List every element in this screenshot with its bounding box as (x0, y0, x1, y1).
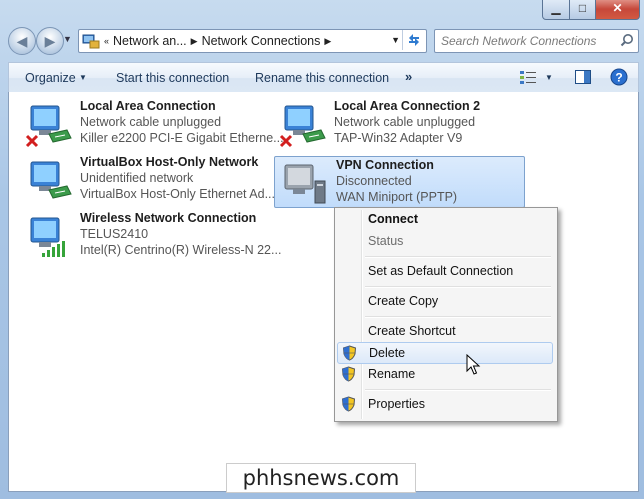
unplugged-x-icon (279, 134, 293, 148)
back-arrow-icon: ◀ (16, 32, 28, 49)
menu-item-status[interactable]: Status (337, 231, 553, 253)
menu-item-label: Status (368, 234, 404, 248)
menu-item-properties[interactable]: Properties (337, 394, 553, 416)
search-input[interactable]: Search Network Connections (441, 34, 596, 48)
connection-item-virtualbox[interactable]: VirtualBox Host-Only Network Unidentifie… (19, 154, 275, 206)
menu-item-create-copy[interactable]: Create Copy (337, 291, 553, 313)
breadcrumb-separator[interactable]: ▶ (324, 36, 331, 47)
menu-separator (365, 389, 551, 391)
context-menu: Connect Status Set as Default Connection… (334, 207, 558, 422)
signal-strength-icon (42, 241, 65, 257)
change-view-icon[interactable] (519, 69, 537, 85)
connection-status: Network cable unplugged (334, 115, 476, 129)
maximize-button[interactable]: □ (570, 0, 596, 20)
menu-item-label: Create Shortcut (368, 324, 456, 338)
organize-button[interactable]: Organize (25, 71, 76, 85)
breadcrumb-separator[interactable]: ▶ (191, 36, 198, 47)
refresh-button[interactable] (402, 30, 425, 50)
connection-item-local-area[interactable]: Local Area Connection Network cable unpl… (19, 98, 284, 150)
menu-item-delete[interactable]: Delete (337, 342, 553, 364)
forward-button[interactable]: ▶ (36, 27, 64, 55)
menu-separator (365, 286, 551, 288)
connection-item-vpn[interactable]: VPN Connection Disconnected WAN Miniport… (274, 156, 525, 208)
rename-connection-button[interactable]: Rename this connection (255, 71, 389, 85)
menu-separator (365, 316, 551, 318)
connection-device: Intel(R) Centrino(R) Wireless-N 22... (80, 243, 282, 257)
address-bar[interactable]: « Network an... ▶ Network Connections ▶ … (78, 29, 427, 53)
svg-text:?: ? (615, 71, 622, 85)
menu-separator (365, 256, 551, 258)
recent-pages-dropdown[interactable]: ▼ (63, 34, 72, 44)
breadcrumb-network[interactable]: Network an... (113, 34, 187, 48)
connection-name: Local Area Connection (80, 99, 216, 113)
connection-status: Disconnected (336, 174, 412, 188)
vpn-connection-icon (284, 164, 326, 204)
connection-status: Network cable unplugged (80, 115, 222, 129)
more-commands-button[interactable]: » (405, 69, 412, 84)
preview-pane-icon[interactable] (574, 68, 592, 86)
connection-status: Unidentified network (80, 171, 194, 185)
menu-item-rename[interactable]: Rename (337, 364, 553, 386)
view-dropdown-icon[interactable]: ▼ (545, 73, 553, 82)
menu-item-connect[interactable]: Connect (337, 209, 553, 231)
connection-device: TAP-Win32 Adapter V9 (334, 131, 463, 145)
search-icon[interactable] (620, 33, 634, 47)
connection-name: Local Area Connection 2 (334, 99, 481, 113)
connection-device: WAN Miniport (PPTP) (336, 190, 458, 204)
network-folder-icon (82, 34, 100, 49)
breadcrumb-network-connections[interactable]: Network Connections (202, 34, 321, 48)
caption-buttons: ▁ □ ✕ (542, 0, 640, 20)
uac-shield-icon (342, 345, 357, 361)
menu-item-label: Create Copy (368, 294, 439, 308)
uac-shield-icon (341, 396, 356, 412)
explorer-window: ▁ □ ✕ ◀ ▶ ▼ « Network an... ▶ Network Co… (0, 0, 644, 499)
connection-status: TELUS2410 (80, 227, 149, 241)
menu-item-label: Rename (368, 367, 416, 381)
menu-item-set-default[interactable]: Set as Default Connection (337, 261, 553, 283)
menu-item-label: Set as Default Connection (368, 264, 514, 278)
breadcrumb-separator: « (104, 36, 110, 46)
mouse-cursor-icon (466, 354, 481, 375)
search-box[interactable]: Search Network Connections (434, 29, 639, 53)
connection-name: Wireless Network Connection (80, 211, 257, 225)
menu-item-create-shortcut[interactable]: Create Shortcut (337, 321, 553, 343)
connection-item-local-area-2[interactable]: Local Area Connection 2 Network cable un… (273, 98, 523, 150)
help-icon[interactable]: ? (610, 68, 628, 86)
menu-item-label: Properties (368, 397, 425, 411)
refresh-icon (409, 34, 419, 46)
watermark: phhsnews.com (226, 463, 416, 493)
close-button[interactable]: ✕ (596, 0, 640, 20)
minimize-button[interactable]: ▁ (542, 0, 570, 20)
command-bar: Organize ▼ Start this connection Rename … (8, 62, 639, 94)
connection-name: VirtualBox Host-Only Network (80, 155, 259, 169)
address-dropdown[interactable]: ▼ (391, 35, 400, 45)
menu-item-label: Delete (369, 346, 406, 360)
forward-arrow-icon: ▶ (44, 32, 56, 49)
menu-item-label: Connect (368, 212, 418, 226)
start-connection-button[interactable]: Start this connection (116, 71, 229, 85)
connection-item-wireless[interactable]: Wireless Network Connection TELUS2410 In… (19, 210, 281, 262)
back-button[interactable]: ◀ (8, 27, 36, 55)
organize-dropdown-icon[interactable]: ▼ (79, 73, 87, 82)
uac-shield-icon (341, 366, 356, 382)
connection-device: VirtualBox Host-Only Ethernet Ad... (80, 187, 276, 201)
network-adapter-icon (30, 161, 72, 199)
connection-name: VPN Connection (336, 158, 434, 172)
connection-device: Killer e2200 PCI-E Gigabit Etherne... (80, 131, 284, 145)
unplugged-x-icon (25, 134, 39, 148)
